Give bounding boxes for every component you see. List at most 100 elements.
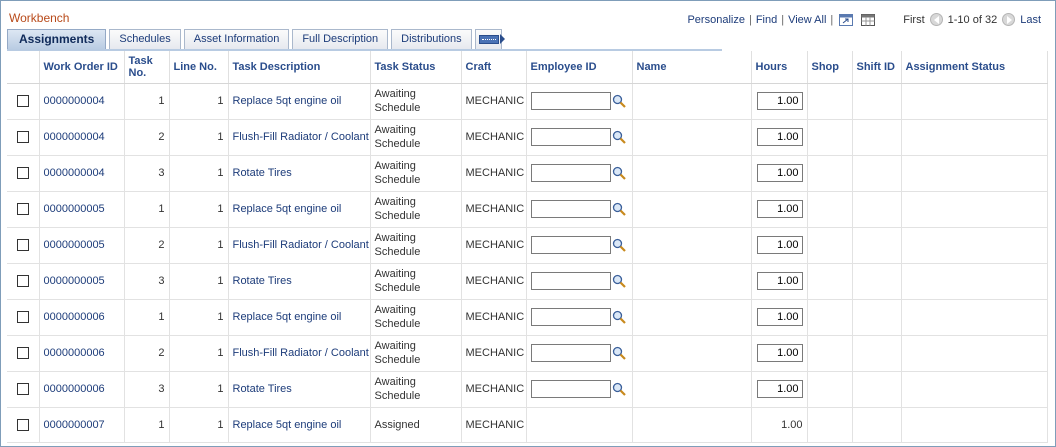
tab-schedules[interactable]: Schedules xyxy=(109,29,181,49)
work-order-link[interactable]: 0000000006 xyxy=(44,311,105,323)
tab-asset-information[interactable]: Asset Information xyxy=(183,29,290,49)
shop-cell xyxy=(807,371,853,408)
column-header-shift-id[interactable]: Shift ID xyxy=(852,51,902,84)
task-description-link[interactable]: Replace 5qt engine oil xyxy=(233,203,342,215)
work-order-link[interactable]: 0000000004 xyxy=(44,95,105,107)
employee-id-input[interactable] xyxy=(530,164,611,182)
column-header-assignment-status[interactable]: Assignment Status xyxy=(901,51,1048,84)
hours-input[interactable]: 1.00 xyxy=(756,200,803,218)
task-description-link[interactable]: Replace 5qt engine oil xyxy=(233,95,342,107)
column-header-task-status[interactable]: Task Status xyxy=(370,51,462,84)
employee-id-input[interactable] xyxy=(530,200,611,218)
column-header-craft[interactable]: Craft xyxy=(461,51,527,84)
row-select-checkbox[interactable] xyxy=(16,239,29,252)
previous-page-icon[interactable] xyxy=(929,13,943,26)
find-link[interactable]: Find xyxy=(756,14,777,26)
employee-id-input[interactable] xyxy=(530,308,611,326)
column-header-line-no[interactable]: Line No. xyxy=(169,51,229,84)
lookup-icon[interactable] xyxy=(612,166,626,180)
hours-input[interactable]: 1.00 xyxy=(756,344,803,362)
column-header-name[interactable]: Name xyxy=(632,51,752,84)
employee-id-input[interactable] xyxy=(530,236,611,254)
row-select-checkbox[interactable] xyxy=(16,167,29,180)
table-header-row: Work Order ID Task No. Line No. Task Des… xyxy=(7,51,1048,84)
hours-input[interactable]: 1.00 xyxy=(756,380,803,398)
hours-input[interactable]: 1.00 xyxy=(756,164,803,182)
name-cell xyxy=(632,407,752,443)
shop-cell xyxy=(807,299,853,336)
employee-id-input[interactable] xyxy=(530,344,611,362)
show-all-columns-tab[interactable] xyxy=(474,29,505,49)
column-header-hours[interactable]: Hours xyxy=(751,51,808,84)
row-select-checkbox[interactable] xyxy=(16,347,29,360)
lookup-icon[interactable] xyxy=(612,202,626,216)
tab-assignments[interactable]: Assignments xyxy=(7,29,107,50)
task-description-link[interactable]: Replace 5qt engine oil xyxy=(233,419,342,431)
hours-input[interactable]: 1.00 xyxy=(756,236,803,254)
lookup-icon[interactable] xyxy=(612,346,626,360)
task-no-cell: 3 xyxy=(124,371,170,408)
assignment-status-cell xyxy=(901,119,1048,156)
task-description-link[interactable]: Rotate Tires xyxy=(233,275,292,287)
lookup-icon[interactable] xyxy=(612,310,626,324)
lookup-icon[interactable] xyxy=(612,94,626,108)
tab-full-description[interactable]: Full Description xyxy=(292,29,389,49)
employee-id-input[interactable] xyxy=(530,380,611,398)
row-select-checkbox[interactable] xyxy=(16,95,29,108)
shop-cell xyxy=(807,119,853,156)
column-header-task-no[interactable]: Task No. xyxy=(124,51,170,84)
last-link[interactable]: Last xyxy=(1020,14,1041,26)
column-header-employee-id[interactable]: Employee ID xyxy=(526,51,633,84)
next-page-icon[interactable] xyxy=(1002,13,1016,26)
lookup-icon[interactable] xyxy=(612,130,626,144)
column-header-work-order-id[interactable]: Work Order ID xyxy=(39,51,125,84)
task-no-cell: 1 xyxy=(124,407,170,443)
hours-input[interactable]: 1.00 xyxy=(756,272,803,290)
task-description-link[interactable]: Flush-Fill Radiator / Coolant xyxy=(233,239,369,251)
task-description-link[interactable]: Replace 5qt engine oil xyxy=(233,311,342,323)
view-all-link[interactable]: View All xyxy=(788,14,826,26)
zoom-grid-icon[interactable] xyxy=(839,13,854,26)
work-order-link[interactable]: 0000000006 xyxy=(44,383,105,395)
shop-cell xyxy=(807,83,853,120)
work-order-link[interactable]: 0000000007 xyxy=(44,419,105,431)
task-status-cell: Awaiting Schedule xyxy=(370,299,462,336)
hours-cell: 1.00 xyxy=(751,155,808,192)
row-select-checkbox[interactable] xyxy=(16,131,29,144)
work-order-link[interactable]: 0000000005 xyxy=(44,275,105,287)
task-description-link[interactable]: Rotate Tires xyxy=(233,167,292,179)
download-spreadsheet-icon[interactable] xyxy=(861,13,876,26)
task-description-link[interactable]: Flush-Fill Radiator / Coolant xyxy=(233,131,369,143)
row-select-checkbox[interactable] xyxy=(16,383,29,396)
tab-distributions[interactable]: Distributions xyxy=(391,29,472,49)
work-order-link[interactable]: 0000000006 xyxy=(44,347,105,359)
hours-input[interactable]: 1.00 xyxy=(756,308,803,326)
work-order-link[interactable]: 0000000004 xyxy=(44,131,105,143)
row-select-checkbox[interactable] xyxy=(16,275,29,288)
lookup-icon[interactable] xyxy=(612,238,626,252)
work-order-link[interactable]: 0000000004 xyxy=(44,167,105,179)
column-header-task-description[interactable]: Task Description xyxy=(228,51,371,84)
lookup-icon[interactable] xyxy=(612,382,626,396)
employee-id-input[interactable] xyxy=(530,128,611,146)
column-header-shop[interactable]: Shop xyxy=(807,51,853,84)
row-select-checkbox[interactable] xyxy=(16,418,29,431)
hours-input[interactable]: 1.00 xyxy=(756,128,803,146)
row-select-checkbox[interactable] xyxy=(16,311,29,324)
employee-id-cell xyxy=(526,227,633,264)
personalize-link[interactable]: Personalize xyxy=(687,14,744,26)
shop-cell xyxy=(807,227,853,264)
work-order-link[interactable]: 0000000005 xyxy=(44,203,105,215)
hours-input[interactable]: 1.00 xyxy=(756,92,803,110)
row-select-cell xyxy=(7,335,40,372)
lookup-icon[interactable] xyxy=(612,274,626,288)
task-description-link[interactable]: Flush-Fill Radiator / Coolant xyxy=(233,347,369,359)
employee-id-input[interactable] xyxy=(530,272,611,290)
row-range: 1-10 of 32 xyxy=(947,13,998,26)
name-cell xyxy=(632,335,752,372)
employee-id-input[interactable] xyxy=(530,92,611,110)
task-description-link[interactable]: Rotate Tires xyxy=(233,383,292,395)
line-no-cell: 1 xyxy=(169,83,229,120)
row-select-checkbox[interactable] xyxy=(16,203,29,216)
work-order-link[interactable]: 0000000005 xyxy=(44,239,105,251)
